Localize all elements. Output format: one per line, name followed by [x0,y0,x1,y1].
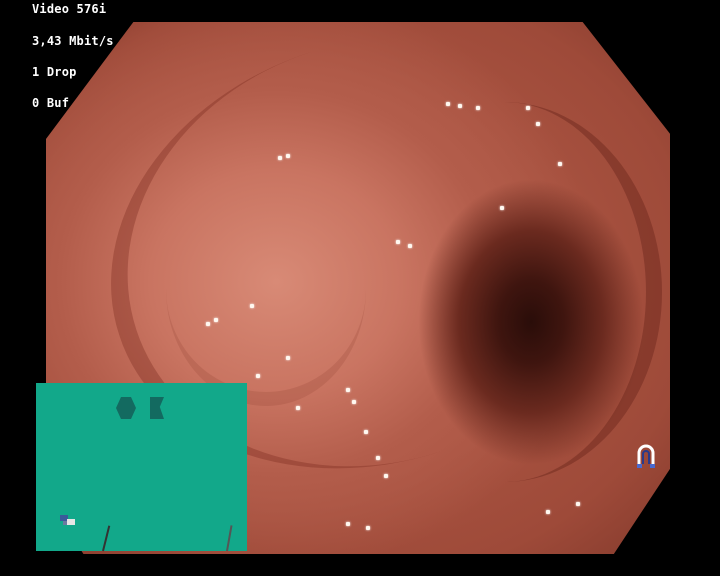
specular-highlight [346,388,350,392]
specular-highlight [384,474,388,478]
notch-shape [150,397,164,419]
specular-highlight [376,456,380,460]
mucosa-fold [346,102,662,482]
bitrate-label: 3,43 Mbit/s [32,34,114,48]
specular-highlight [408,244,412,248]
drop-count-label: 1 Drop [32,65,77,79]
specular-highlight [286,154,290,158]
specular-highlight [214,318,218,322]
scope-orientation-icon [60,515,75,525]
mucosa-fold [166,172,366,406]
specular-highlight [446,102,450,106]
specular-highlight [286,356,290,360]
instrument-line [226,525,233,552]
buffer-count-label: 0 Buf [32,96,70,110]
specular-highlight [558,162,562,166]
specular-highlight [250,304,254,308]
instrument-line [102,525,111,552]
specular-highlight [278,156,282,160]
specular-highlight [576,502,580,506]
specular-highlight [364,430,368,434]
specular-highlight [296,406,300,410]
pip-overlay [36,383,247,552]
specular-highlight [500,206,504,210]
magnet-icon [637,444,655,468]
video-frame: Video 576i 3,43 Mbit/s 1 Drop 0 Buf [0,0,720,576]
specular-highlight [546,510,550,514]
specular-highlight [536,122,540,126]
specular-highlight [352,400,356,404]
hexagon-shape [116,397,136,419]
specular-highlight [526,106,530,110]
specular-highlight [346,522,350,526]
specular-highlight [396,240,400,244]
specular-highlight [366,526,370,530]
specular-highlight [256,374,260,378]
specular-highlight [476,106,480,110]
specular-highlight [458,104,462,108]
video-format-label: Video 576i [32,2,107,16]
specular-highlight [206,322,210,326]
